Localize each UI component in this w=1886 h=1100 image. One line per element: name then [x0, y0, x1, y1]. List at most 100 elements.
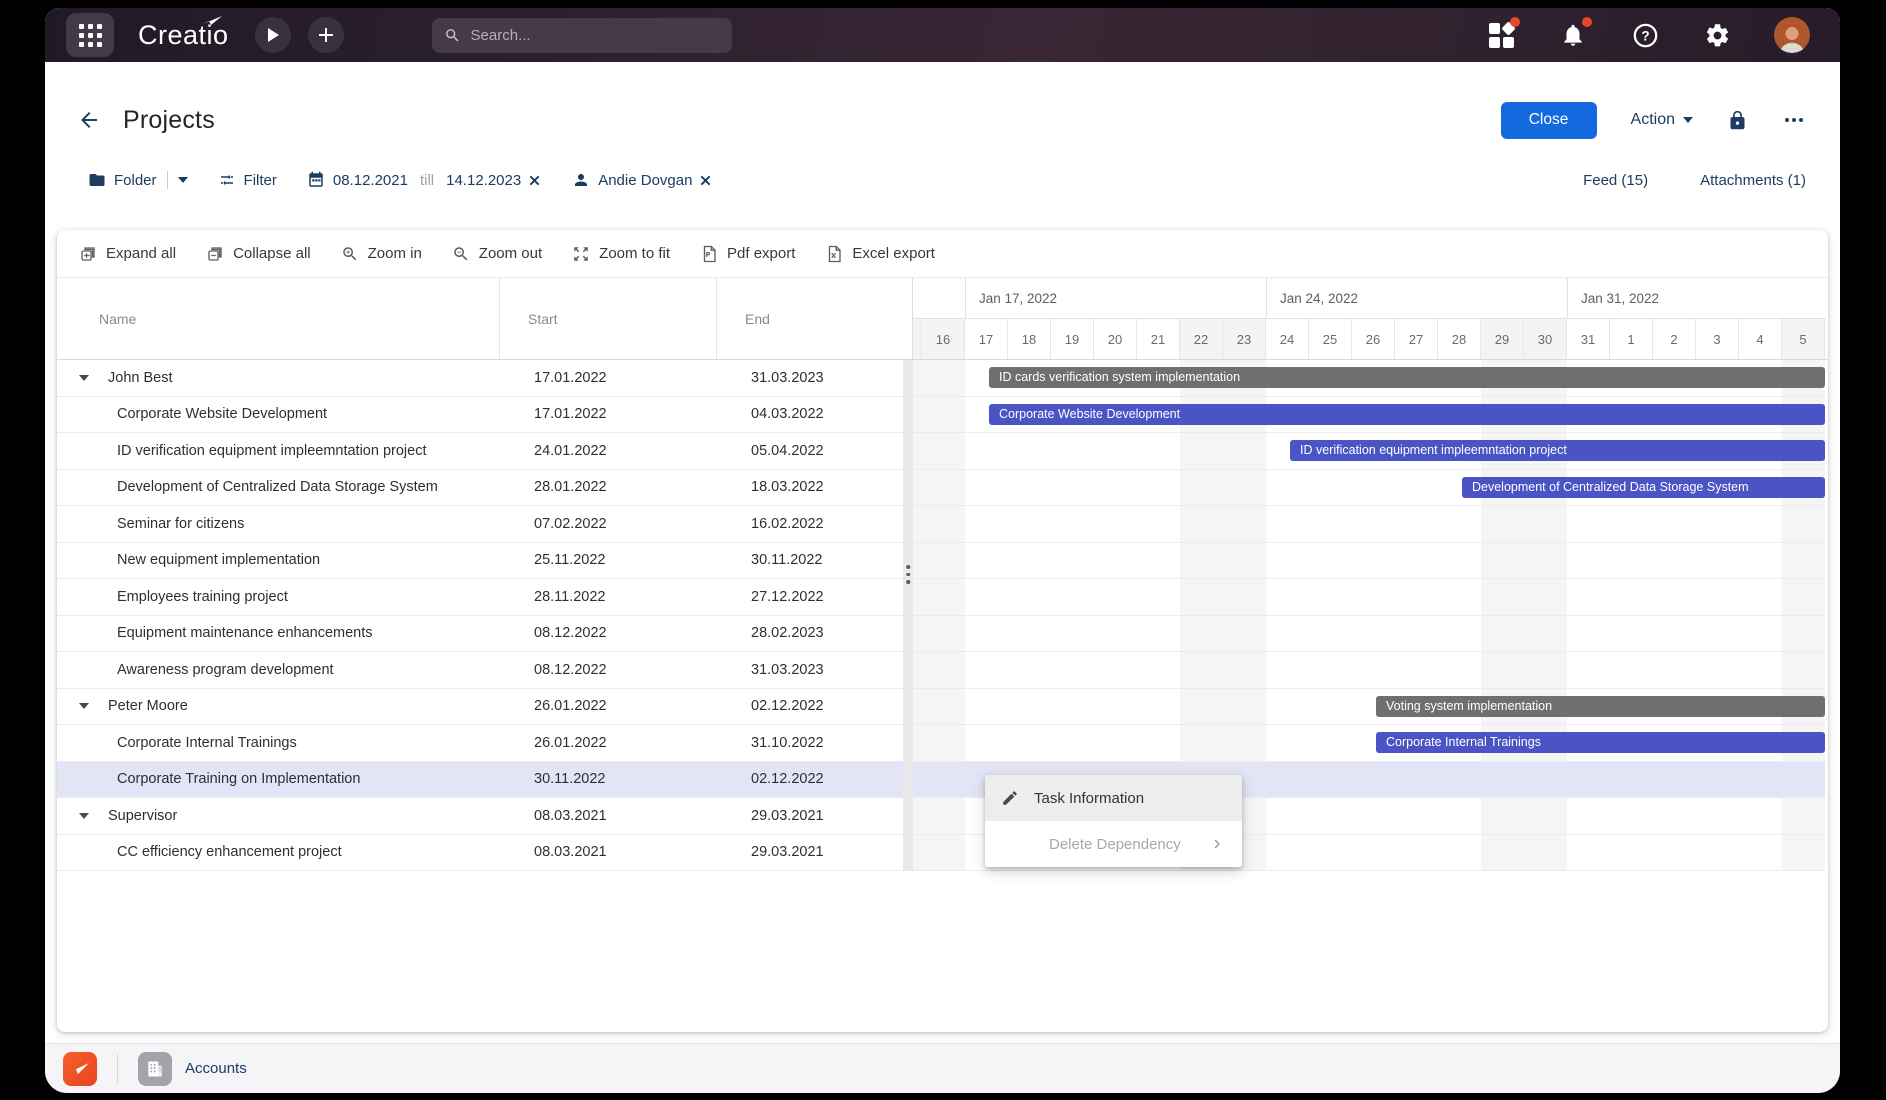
day-header-cell: 25	[1309, 319, 1352, 359]
collapse-caret-icon[interactable]	[79, 813, 89, 819]
row-name: Peter Moore	[108, 698, 188, 714]
user-avatar[interactable]	[1774, 17, 1810, 53]
column-header-name[interactable]: Name	[57, 278, 500, 359]
settings-button[interactable]	[1702, 20, 1732, 50]
gantt-row[interactable]	[913, 506, 1825, 543]
column-header-start[interactable]: Start	[500, 278, 717, 359]
zoom-in-button[interactable]: Zoom in	[341, 245, 422, 263]
gantt-bar-summary[interactable]: ID cards verification system implementat…	[989, 367, 1825, 388]
collapse-caret-icon[interactable]	[79, 703, 89, 709]
workplaces-button[interactable]	[1486, 20, 1516, 50]
tab-feed[interactable]: Feed (15)	[1583, 172, 1648, 189]
table-row[interactable]: Awareness program development08.12.20223…	[57, 652, 903, 689]
expand-all-button[interactable]: Expand all	[79, 245, 176, 263]
more-options-button[interactable]	[1782, 108, 1806, 132]
grid-header: Name Start End Jan 17, 2022Jan 24, 2022J…	[57, 278, 1828, 360]
gantt-row[interactable]: Corporate Website Development	[913, 397, 1825, 434]
row-name: Equipment maintenance enhancements	[117, 625, 373, 641]
gantt-row[interactable]	[913, 616, 1825, 653]
gantt-bar-label: ID cards verification system implementat…	[999, 370, 1240, 384]
gantt-bar-task[interactable]: Corporate Internal Trainings	[1376, 732, 1825, 753]
play-icon	[267, 28, 279, 42]
date-to: 14.12.2023	[446, 172, 521, 189]
gantt-row[interactable]: Development of Centralized Data Storage …	[913, 470, 1825, 507]
clear-date-filter-button[interactable]	[527, 173, 542, 188]
table-row[interactable]: ID verification equipment impleemntation…	[57, 433, 903, 470]
pdf-export-button[interactable]: Pdf export	[700, 245, 795, 263]
menu-item-delete-dependency[interactable]: Delete Dependency	[985, 821, 1242, 867]
row-start-cell: 17.01.2022	[500, 406, 717, 422]
table-row[interactable]: Corporate Internal Trainings26.01.202231…	[57, 725, 903, 762]
row-name-cell: Awareness program development	[57, 662, 500, 678]
notifications-button[interactable]	[1558, 20, 1588, 50]
close-button[interactable]: Close	[1501, 102, 1597, 139]
table-row[interactable]: Peter Moore26.01.202202.12.2022	[57, 689, 903, 726]
row-name-cell: Seminar for citizens	[57, 516, 500, 532]
owner-filter[interactable]: Andie Dovgan	[572, 171, 692, 189]
menu-item-task-information[interactable]: Task Information	[985, 775, 1242, 821]
table-row[interactable]: Equipment maintenance enhancements08.12.…	[57, 616, 903, 653]
lock-button[interactable]	[1727, 110, 1748, 131]
collapse-caret-icon[interactable]	[79, 375, 89, 381]
row-end-cell: 29.03.2021	[717, 808, 903, 824]
global-search[interactable]	[432, 18, 732, 53]
day-header-cell: 20	[1094, 319, 1137, 359]
row-name-cell: Peter Moore	[57, 698, 500, 714]
zoom-in-icon	[341, 245, 359, 263]
table-row[interactable]: New equipment implementation25.11.202230…	[57, 543, 903, 580]
gantt-bar-summary[interactable]: Voting system implementation	[1376, 696, 1825, 717]
day-header-cell: 18	[1008, 319, 1051, 359]
gantt-row[interactable]	[913, 543, 1825, 580]
table-row[interactable]: CC efficiency enhancement project08.03.2…	[57, 835, 903, 872]
splitter-handle[interactable]	[903, 360, 913, 871]
search-input[interactable]	[471, 27, 701, 44]
gantt-row[interactable]: ID cards verification system implementat…	[913, 360, 1825, 397]
quick-add-button[interactable]	[308, 17, 344, 53]
table-row[interactable]: Development of Centralized Data Storage …	[57, 470, 903, 507]
gantt-bar-task[interactable]: Development of Centralized Data Storage …	[1462, 477, 1825, 498]
zoom-to-fit-label: Zoom to fit	[599, 245, 670, 262]
filter-button[interactable]: Filter	[218, 171, 277, 189]
table-header: Name Start End	[57, 278, 903, 359]
zoom-out-button[interactable]: Zoom out	[452, 245, 542, 263]
tab-attachments[interactable]: Attachments (1)	[1700, 172, 1806, 189]
gantt-row[interactable]	[913, 652, 1825, 689]
gantt-bar-task[interactable]: Corporate Website Development	[989, 404, 1825, 425]
folder-chevron-icon[interactable]	[178, 177, 188, 183]
gantt-row[interactable]: Corporate Internal Trainings	[913, 725, 1825, 762]
help-button[interactable]: ?	[1630, 20, 1660, 50]
back-button[interactable]	[77, 108, 101, 132]
row-name: ID verification equipment impleemntation…	[117, 443, 426, 459]
gantt-row[interactable]	[913, 579, 1825, 616]
action-button-label: Action	[1631, 111, 1675, 129]
date-range-filter[interactable]: 08.12.2021 till 14.12.2023	[307, 171, 521, 189]
footer-tab-accounts[interactable]: Accounts	[138, 1052, 247, 1086]
folder-filter[interactable]: Folder	[88, 171, 157, 189]
table-row[interactable]: Supervisor08.03.202129.03.2021	[57, 798, 903, 835]
table-row[interactable]: Employees training project28.11.202227.1…	[57, 579, 903, 616]
run-process-button[interactable]	[255, 17, 291, 53]
week-header-cell: Jan 24, 2022	[1266, 278, 1567, 318]
gantt-row[interactable]: ID verification equipment impleemntation…	[913, 433, 1825, 470]
day-label: 30	[1538, 332, 1552, 347]
clear-owner-filter-button[interactable]	[698, 173, 713, 188]
row-end-cell: 31.03.2023	[717, 370, 903, 386]
gantt-toolbar: Expand all Collapse all Zoom in Zoom out Zoo…	[57, 230, 1828, 278]
day-label: 19	[1065, 332, 1079, 347]
gantt-row[interactable]: Voting system implementation	[913, 689, 1825, 726]
topbar-actions: ?	[1486, 17, 1810, 53]
row-name: John Best	[108, 370, 173, 386]
table-row[interactable]: Seminar for citizens07.02.202216.02.2022	[57, 506, 903, 543]
day-label: 23	[1237, 332, 1251, 347]
zoom-to-fit-button[interactable]: Zoom to fit	[572, 245, 670, 263]
action-button[interactable]: Action	[1631, 111, 1693, 129]
collapse-all-button[interactable]: Collapse all	[206, 245, 311, 263]
app-launcher-button[interactable]	[66, 13, 114, 57]
column-header-end[interactable]: End	[717, 278, 903, 359]
excel-export-button[interactable]: Excel export	[825, 245, 935, 263]
table-row[interactable]: Corporate Website Development17.01.20220…	[57, 397, 903, 434]
table-row[interactable]: Corporate Training on Implementation30.1…	[57, 762, 903, 799]
gantt-bar-task[interactable]: ID verification equipment impleemntation…	[1290, 440, 1825, 461]
table-row[interactable]: John Best17.01.202231.03.2023	[57, 360, 903, 397]
creatio-home-button[interactable]	[63, 1052, 97, 1086]
